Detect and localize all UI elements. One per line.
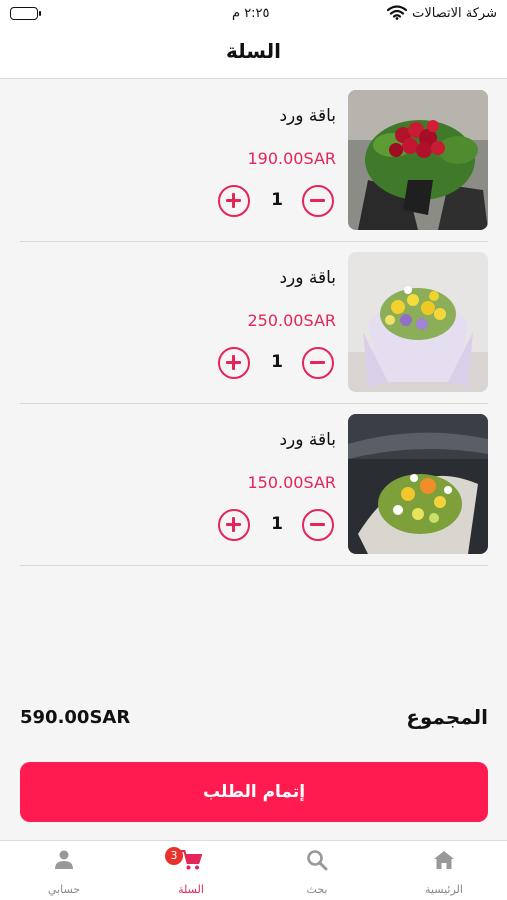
nav-bar: السلة (0, 30, 507, 79)
total-label: المجموع (406, 705, 488, 729)
item-name: باقة ورد (279, 268, 336, 288)
page-title: السلة (225, 39, 281, 63)
item-quantity: 1 (271, 352, 283, 372)
total-row: المجموع 590.00SAR (20, 705, 488, 735)
total-value: 590.00SAR (20, 707, 131, 728)
status-bar: ٢:٢٥ م شركة الاتصالات (0, 0, 507, 30)
tab-search-label: بحث (306, 883, 328, 896)
cart-item: باقة ورد 190.00SAR 1 (20, 80, 488, 242)
tab-home-label: الرئيسية (425, 883, 463, 896)
wifi-icon (386, 5, 408, 24)
item-name: باقة ورد (279, 106, 336, 126)
tab-bar: الرئيسية بحث 3 السلة حسابي (0, 840, 507, 900)
item-quantity: 1 (271, 514, 283, 534)
cart-list: باقة ورد 190.00SAR 1 باقة ورد 250.00SAR … (20, 80, 488, 566)
item-price: 150.00SAR (247, 473, 337, 492)
item-photo (348, 90, 488, 230)
item-price: 190.00SAR (247, 149, 337, 168)
tab-search[interactable]: بحث (277, 841, 357, 900)
item-photo (348, 414, 488, 554)
carrier-name: شركة الاتصالات (412, 6, 497, 21)
tab-home[interactable]: الرئيسية (404, 841, 484, 900)
cart-count-badge: 3 (165, 847, 183, 865)
tab-cart-label: السلة (178, 883, 204, 896)
cart-icon (181, 850, 202, 870)
decrease-quantity-button[interactable] (302, 185, 334, 217)
checkout-button[interactable]: إتمام الطلب (20, 762, 488, 822)
item-price: 250.00SAR (247, 311, 337, 330)
decrease-quantity-button[interactable] (302, 347, 334, 379)
increase-quantity-button[interactable] (218, 347, 250, 379)
search-icon (307, 850, 328, 871)
item-name: باقة ورد (279, 430, 336, 450)
home-icon (434, 851, 454, 869)
cart-item: باقة ورد 250.00SAR 1 (20, 242, 488, 404)
increase-quantity-button[interactable] (218, 509, 250, 541)
tab-account[interactable]: حسابي (24, 841, 104, 900)
tab-account-label: حسابي (47, 883, 81, 896)
item-photo (348, 252, 488, 392)
cart-item: باقة ورد 150.00SAR 1 (20, 404, 488, 566)
item-quantity: 1 (271, 190, 283, 210)
increase-quantity-button[interactable] (218, 185, 250, 217)
status-time: ٢:٢٥ م (232, 6, 270, 21)
user-icon (55, 850, 73, 869)
battery-icon (10, 7, 41, 20)
tab-cart[interactable]: 3 السلة (151, 841, 231, 900)
decrease-quantity-button[interactable] (302, 509, 334, 541)
